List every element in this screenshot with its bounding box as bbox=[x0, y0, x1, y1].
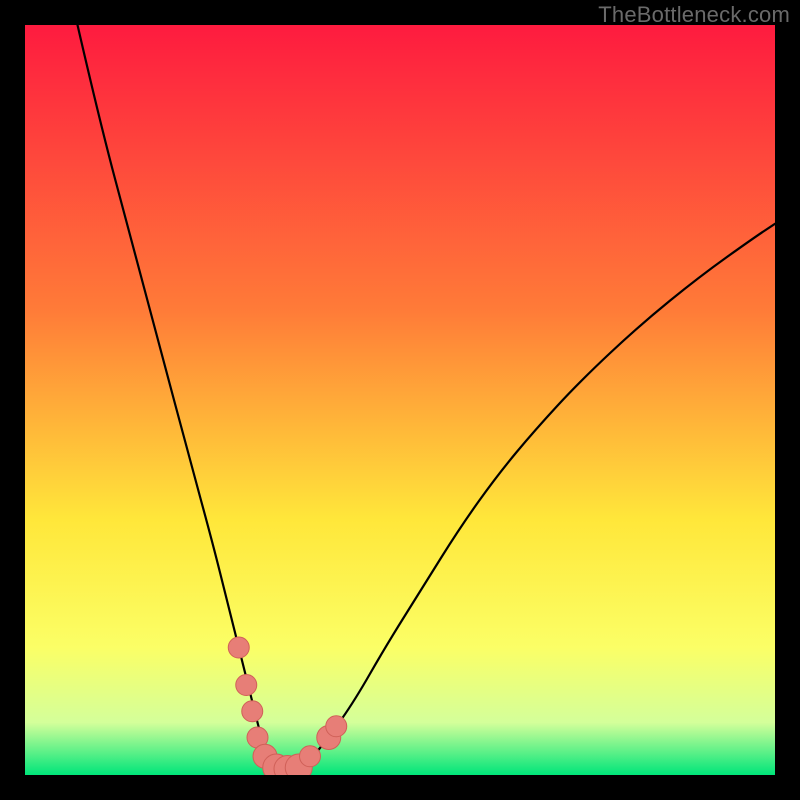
curve-marker bbox=[300, 746, 321, 767]
chart-frame: TheBottleneck.com bbox=[0, 0, 800, 800]
bottleneck-chart-svg bbox=[25, 25, 775, 775]
curve-marker bbox=[242, 701, 263, 722]
curve-marker bbox=[326, 716, 347, 737]
curve-marker bbox=[228, 637, 249, 658]
curve-marker bbox=[236, 675, 257, 696]
watermark-text: TheBottleneck.com bbox=[598, 2, 790, 28]
gradient-background bbox=[25, 25, 775, 775]
plot-area bbox=[25, 25, 775, 775]
